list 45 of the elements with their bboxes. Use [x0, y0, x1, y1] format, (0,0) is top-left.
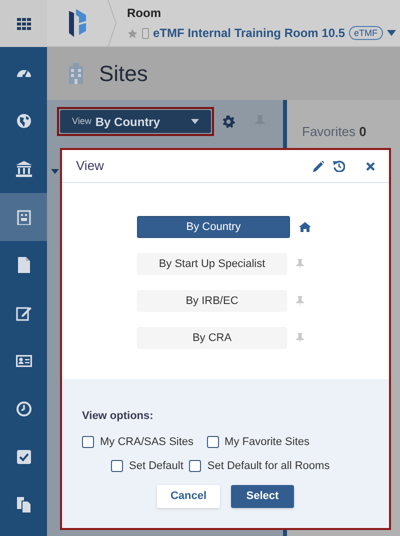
close-icon[interactable] [366, 162, 375, 170]
view-option[interactable]: By Country [137, 216, 290, 238]
apps-grid-icon[interactable] [16, 18, 30, 30]
settings-icon[interactable] [222, 115, 235, 128]
building-icon [67, 62, 85, 84]
home-icon[interactable] [299, 222, 311, 232]
view-option[interactable]: By IRB/EC [137, 290, 287, 312]
sidebar-item[interactable] [0, 193, 47, 241]
caret-icon [191, 119, 199, 124]
select-button[interactable]: Select [231, 484, 294, 508]
phone-icon [142, 28, 149, 38]
favorites-heading: Favorites 0 [302, 124, 366, 139]
edit-icon[interactable] [313, 160, 324, 172]
checkbox[interactable] [189, 460, 202, 472]
view-option[interactable]: By Start Up Specialist [137, 253, 287, 275]
checkbox[interactable] [111, 460, 123, 472]
checkbox-label: Set Default for all Rooms [207, 459, 330, 474]
options-label: View options: [82, 409, 154, 424]
logo-icon [66, 7, 88, 39]
caret-icon[interactable] [386, 30, 396, 36]
checkbox-label: My Favorite Sites [224, 434, 310, 450]
caret-icon[interactable] [51, 169, 59, 174]
documents-icon [16, 497, 32, 513]
globe-icon [16, 113, 32, 129]
view-option[interactable]: By CRA [137, 327, 287, 349]
building-icon [16, 209, 32, 225]
view-dropdown[interactable]: View By Country [60, 110, 211, 133]
star-icon[interactable] [127, 28, 138, 38]
checkbox[interactable] [82, 436, 94, 448]
checkbox-label: Set Default [129, 459, 184, 474]
edit-icon [16, 305, 32, 321]
cancel-button[interactable]: Cancel [157, 484, 220, 508]
id-card-icon [16, 353, 32, 369]
checkbox-icon [16, 449, 32, 465]
reset-icon[interactable] [333, 160, 345, 172]
bank-icon [16, 161, 32, 177]
section-label: Room [127, 5, 162, 22]
clock-icon [16, 401, 32, 417]
checkbox-label: My CRA/SAS Sites [100, 434, 194, 450]
file-icon [16, 257, 32, 273]
room-type-badge: eTMF [349, 26, 383, 40]
dialog-title: View [76, 157, 104, 176]
page-title: Sites [99, 60, 148, 88]
checkbox[interactable] [206, 436, 219, 448]
room-name[interactable]: eTMF Internal Training Room 10.5 [153, 24, 346, 42]
